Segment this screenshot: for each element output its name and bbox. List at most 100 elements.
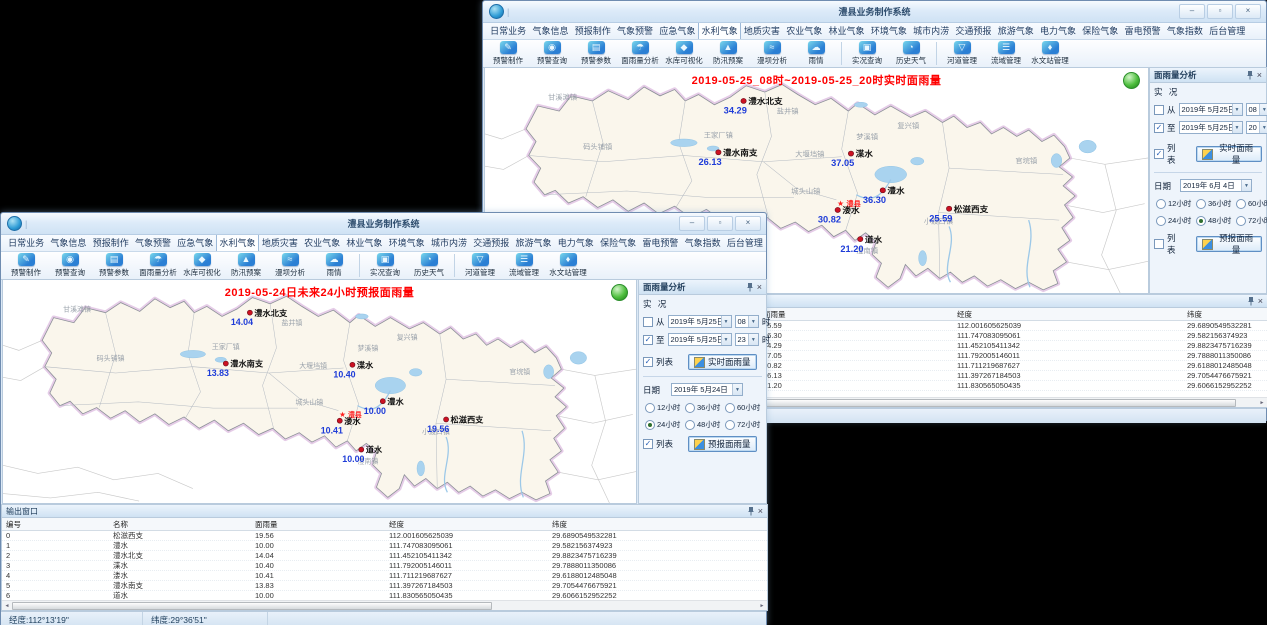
forecast-date-select[interactable]: 2019年 5月24日▼ bbox=[671, 383, 743, 396]
pin-icon[interactable] bbox=[746, 282, 754, 292]
tab-1[interactable]: 日常业务 bbox=[5, 234, 47, 251]
tab-3[interactable]: 预报制作 bbox=[572, 22, 614, 39]
scroll-right-icon[interactable]: ► bbox=[1257, 400, 1267, 406]
duration-radio-72小时[interactable]: 72小时 bbox=[725, 419, 765, 430]
tab-9[interactable]: 林业气象 bbox=[825, 22, 867, 39]
toolbar-live-query-button[interactable]: ▣实况查询 bbox=[845, 40, 889, 67]
tab-3[interactable]: 预报制作 bbox=[90, 234, 132, 251]
station-dot[interactable] bbox=[848, 151, 853, 156]
toolbar-basin-button[interactable]: ☰流域管理 bbox=[502, 252, 546, 279]
tab-13[interactable]: 旅游气象 bbox=[512, 234, 554, 251]
toolbar-rain-button[interactable]: ☁雨情 bbox=[794, 40, 838, 67]
tab-16[interactable]: 雷电预警 bbox=[1121, 22, 1163, 39]
forecast-list-checkbox[interactable]: ✓ bbox=[643, 439, 653, 449]
close-button[interactable]: × bbox=[735, 216, 761, 231]
tab-14[interactable]: 电力气象 bbox=[1037, 22, 1079, 39]
to-checkbox[interactable]: ✓ bbox=[1154, 123, 1164, 133]
toolbar-areal-rain-button[interactable]: ☂面雨量分析 bbox=[136, 252, 180, 279]
from-hour-select[interactable]: 08▼ bbox=[1246, 103, 1267, 116]
tab-7[interactable]: 地质灾害 bbox=[741, 22, 783, 39]
map-expand-button[interactable] bbox=[1123, 72, 1140, 89]
tab-6[interactable]: 水利气象 bbox=[698, 21, 740, 39]
tab-16[interactable]: 雷电预警 bbox=[639, 234, 681, 251]
duration-radio-36小时[interactable]: 36小时 bbox=[685, 402, 725, 413]
minimize-button[interactable]: – bbox=[679, 216, 705, 231]
duration-radio-12小时[interactable]: 12小时 bbox=[645, 402, 685, 413]
tab-18[interactable]: 后台管理 bbox=[724, 234, 766, 251]
toolbar-hydro-station-button[interactable]: ♦水文站管理 bbox=[546, 252, 590, 279]
toolbar-flood-plan-button[interactable]: ▲防汛预案 bbox=[706, 40, 750, 67]
tab-8[interactable]: 农业气象 bbox=[783, 22, 825, 39]
toolbar-river-button[interactable]: ▽河道管理 bbox=[458, 252, 502, 279]
tab-14[interactable]: 电力气象 bbox=[555, 234, 597, 251]
duration-radio-60小时[interactable]: 60小时 bbox=[1236, 198, 1267, 209]
to-date-select[interactable]: 2019年 5月25日▼ bbox=[1179, 121, 1243, 134]
panel-close-icon[interactable]: × bbox=[757, 283, 762, 292]
duration-radio-36小时[interactable]: 36小时 bbox=[1196, 198, 1236, 209]
scroll-right-icon[interactable]: ► bbox=[757, 603, 767, 609]
map-canvas[interactable]: 甘溪滩镇码头铺镇盐井镇王家厂镇大堰垱镇梦溪镇复兴镇城头山镇官垸镇小渡口镇澧南镇★… bbox=[2, 279, 637, 504]
restore-button[interactable]: ▫ bbox=[1207, 4, 1233, 19]
tab-5[interactable]: 应急气象 bbox=[656, 22, 698, 39]
tab-2[interactable]: 气象信息 bbox=[47, 234, 89, 251]
station-dot[interactable] bbox=[350, 362, 355, 367]
toolbar-basin-button[interactable]: ☰流域管理 bbox=[984, 40, 1028, 67]
to-checkbox[interactable]: ✓ bbox=[643, 335, 653, 345]
tab-6[interactable]: 水利气象 bbox=[216, 233, 258, 251]
from-checkbox[interactable] bbox=[643, 317, 653, 327]
toolbar-areal-rain-button[interactable]: ☂面雨量分析 bbox=[618, 40, 662, 67]
forecast-date-select[interactable]: 2019年 6月 4日▼ bbox=[1180, 179, 1252, 192]
tab-10[interactable]: 环境气象 bbox=[386, 234, 428, 251]
station-dot[interactable] bbox=[247, 310, 252, 315]
tab-12[interactable]: 交通预报 bbox=[952, 22, 994, 39]
panel-close-icon[interactable]: × bbox=[1258, 297, 1263, 306]
to-hour-select[interactable]: 20▼ bbox=[1246, 121, 1267, 134]
tab-4[interactable]: 气象预警 bbox=[132, 234, 174, 251]
title-bar[interactable]: | 澧县业务制作系统 – ▫ × bbox=[483, 1, 1266, 23]
toolbar-params-button[interactable]: ▤预警参数 bbox=[574, 40, 618, 67]
tab-11[interactable]: 城市内涝 bbox=[910, 22, 952, 39]
station-dot[interactable] bbox=[444, 417, 449, 422]
panel-close-icon[interactable]: × bbox=[1257, 71, 1262, 80]
toolbar-query-button[interactable]: ◉预警查询 bbox=[48, 252, 92, 279]
tab-2[interactable]: 气象信息 bbox=[529, 22, 571, 39]
station-dot[interactable] bbox=[858, 237, 863, 242]
station-dot[interactable] bbox=[380, 399, 385, 404]
tab-4[interactable]: 气象预警 bbox=[614, 22, 656, 39]
tab-17[interactable]: 气象指数 bbox=[1164, 22, 1206, 39]
to-hour-select[interactable]: 23▼ bbox=[735, 333, 759, 346]
toolbar-reservoir-button[interactable]: ◆水库可视化 bbox=[180, 252, 224, 279]
toolbar-reservoir-button[interactable]: ◆水库可视化 bbox=[662, 40, 706, 67]
duration-radio-48小时[interactable]: 48小时 bbox=[1196, 215, 1236, 226]
station-dot[interactable] bbox=[835, 207, 840, 212]
toolbar-overflow-button[interactable]: ≈漫坝分析 bbox=[750, 40, 794, 67]
tab-1[interactable]: 日常业务 bbox=[487, 22, 529, 39]
from-hour-select[interactable]: 08▼ bbox=[735, 315, 759, 328]
pin-icon[interactable] bbox=[747, 506, 755, 516]
toolbar-overflow-button[interactable]: ≈漫坝分析 bbox=[268, 252, 312, 279]
toolbar-flood-plan-button[interactable]: ▲防汛预案 bbox=[224, 252, 268, 279]
toolbar-history-button[interactable]: ◔历史天气 bbox=[889, 40, 933, 67]
horizontal-scrollbar[interactable]: ◄ ► bbox=[2, 600, 767, 610]
tab-13[interactable]: 旅游气象 bbox=[995, 22, 1037, 39]
realtime-areal-rain-button[interactable]: 实时面雨量 bbox=[1196, 146, 1262, 162]
tab-17[interactable]: 气象指数 bbox=[682, 234, 724, 251]
tab-11[interactable]: 城市内涝 bbox=[428, 234, 470, 251]
pin-icon[interactable] bbox=[1246, 70, 1254, 80]
tab-15[interactable]: 保险气象 bbox=[1079, 22, 1121, 39]
station-dot[interactable] bbox=[337, 418, 342, 423]
map-expand-button[interactable] bbox=[611, 284, 628, 301]
pin-icon[interactable] bbox=[1247, 296, 1255, 306]
tab-7[interactable]: 地质灾害 bbox=[259, 234, 301, 251]
toolbar-history-button[interactable]: ◔历史天气 bbox=[407, 252, 451, 279]
forecast-list-checkbox[interactable] bbox=[1154, 239, 1164, 249]
duration-radio-24小时[interactable]: 24小时 bbox=[1156, 215, 1196, 226]
minimize-button[interactable]: – bbox=[1179, 4, 1205, 19]
station-dot[interactable] bbox=[223, 361, 228, 366]
tab-5[interactable]: 应急气象 bbox=[174, 234, 216, 251]
duration-radio-48小时[interactable]: 48小时 bbox=[685, 419, 725, 430]
tab-8[interactable]: 农业气象 bbox=[301, 234, 343, 251]
duration-radio-24小时[interactable]: 24小时 bbox=[645, 419, 685, 430]
station-dot[interactable] bbox=[741, 98, 746, 103]
panel-close-icon[interactable]: × bbox=[758, 507, 763, 516]
